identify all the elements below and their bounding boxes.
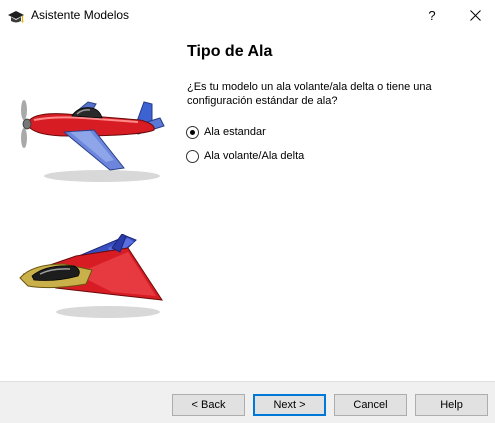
graduation-cap-icon [8, 11, 24, 23]
wing-type-question: ¿Es tu modelo un ala volante/ala delta o… [187, 81, 432, 107]
page-title: Tipo de Ala [187, 43, 273, 60]
standard-wing-label[interactable]: Ala estandar [204, 126, 266, 138]
title-bar: Asistente Modelos ? [0, 0, 495, 31]
standard-wing-plane-image [21, 100, 165, 182]
flying-wing-label[interactable]: Ala volante/Ala delta [204, 150, 304, 162]
help-button[interactable]: Help [415, 394, 488, 416]
flying-wing-radio[interactable]: Ala volante/Ala delta [186, 148, 304, 164]
cancel-button[interactable]: Cancel [334, 394, 407, 416]
close-button[interactable] [456, 0, 495, 31]
radio-button-unselected[interactable] [186, 149, 199, 163]
back-button[interactable]: < Back [172, 394, 245, 416]
next-button[interactable]: Next > [253, 394, 326, 416]
radio-button-selected[interactable] [186, 125, 199, 139]
delta-wing-plane-image [19, 234, 163, 318]
window-title: Asistente Modelos [31, 8, 130, 22]
radio-dot [190, 129, 195, 135]
standard-wing-radio[interactable]: Ala estandar [186, 124, 266, 140]
title-help-button[interactable]: ? [413, 0, 451, 31]
close-icon [470, 10, 481, 21]
